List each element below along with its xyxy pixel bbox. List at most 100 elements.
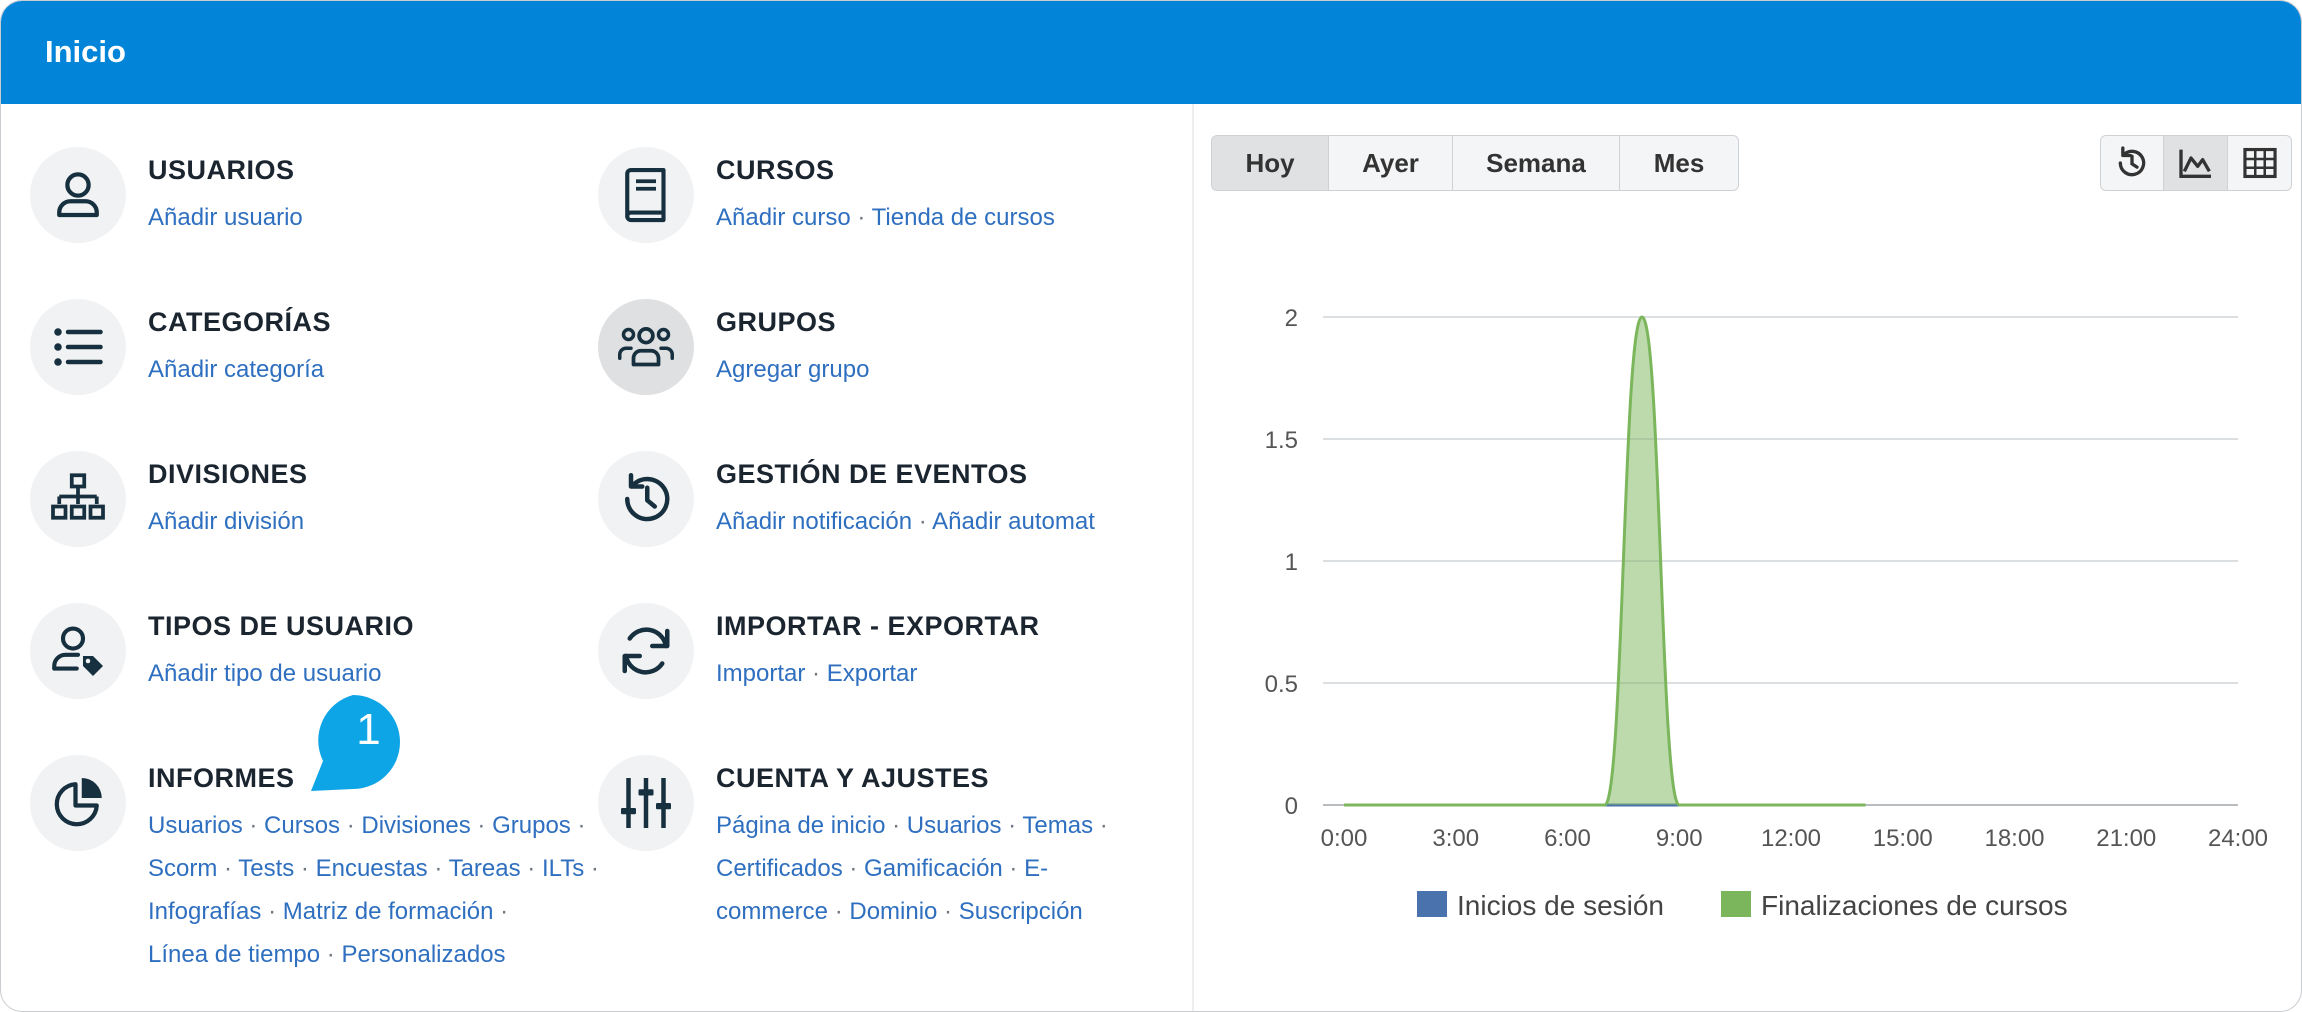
link-usuarios[interactable]: Usuarios bbox=[148, 812, 243, 839]
callout-badge: 1 bbox=[301, 691, 407, 797]
tab-semana[interactable]: Semana bbox=[1453, 136, 1620, 190]
link-ilts[interactable]: ILTs bbox=[542, 855, 584, 882]
link-anadir-usuario[interactable]: Añadir usuario bbox=[148, 204, 303, 231]
tile-icon-circle[interactable] bbox=[598, 755, 694, 851]
link-pagina-de-inicio[interactable]: Página de inicio bbox=[716, 812, 885, 839]
link-grupos[interactable]: Grupos bbox=[492, 812, 571, 839]
tile-links: Añadir curso · Tienda de cursos bbox=[716, 196, 1055, 239]
link-infografias[interactable]: Infografías bbox=[148, 898, 261, 925]
tile-title[interactable]: CUENTA Y AJUSTES bbox=[716, 763, 989, 794]
link-row: Scorm · Tests · Encuestas · Tareas · ILT… bbox=[148, 847, 599, 890]
link-suscripcion[interactable]: Suscripción bbox=[959, 898, 1083, 925]
tab-ayer[interactable]: Ayer bbox=[1329, 136, 1453, 190]
link-separator: · bbox=[1093, 812, 1108, 839]
link-e[interactable]: E- bbox=[1024, 855, 1048, 882]
tile-icon-circle[interactable] bbox=[598, 147, 694, 243]
link-gamificacion[interactable]: Gamificación bbox=[864, 855, 1003, 882]
link-anadir-curso[interactable]: Añadir curso bbox=[716, 204, 851, 231]
tile-title[interactable]: TIPOS DE USUARIO bbox=[148, 611, 414, 642]
link-row: Línea de tiempo · Personalizados bbox=[148, 933, 599, 976]
chart-view-button[interactable] bbox=[2164, 136, 2228, 190]
tile-links: Usuarios · Cursos · Divisiones · Grupos … bbox=[148, 804, 599, 976]
link-tests[interactable]: Tests bbox=[238, 855, 294, 882]
link-separator: · bbox=[217, 855, 239, 882]
y-tick-label: 0.5 bbox=[1265, 671, 1298, 698]
tab-mes[interactable]: Mes bbox=[1620, 136, 1738, 190]
tile-title[interactable]: CATEGORÍAS bbox=[148, 307, 331, 338]
tile-title[interactable]: IMPORTAR - EXPORTAR bbox=[716, 611, 1040, 642]
tile-title[interactable]: GESTIÓN DE EVENTOS bbox=[716, 459, 1028, 490]
link-anadir-tipo-de-usuario[interactable]: Añadir tipo de usuario bbox=[148, 660, 381, 687]
legend-label: Finalizaciones de cursos bbox=[1761, 890, 2068, 921]
list-icon bbox=[54, 328, 103, 366]
link-separator: · bbox=[1001, 812, 1023, 839]
link-importar[interactable]: Importar bbox=[716, 660, 805, 687]
tile-icon-circle[interactable] bbox=[30, 755, 126, 851]
pie-chart-icon bbox=[54, 778, 102, 827]
tile-icon-circle[interactable] bbox=[30, 603, 126, 699]
x-tick-label: 15:00 bbox=[1873, 825, 1933, 852]
link-anadir-division[interactable]: Añadir división bbox=[148, 508, 304, 535]
tile-icon-circle[interactable] bbox=[598, 451, 694, 547]
link-certificados[interactable]: Certificados bbox=[716, 855, 843, 882]
tile-title[interactable]: USUARIOS bbox=[148, 155, 295, 186]
link-anadir-categoria[interactable]: Añadir categoría bbox=[148, 356, 324, 383]
tile-icon-circle[interactable] bbox=[598, 603, 694, 699]
link-scorm[interactable]: Scorm bbox=[148, 855, 217, 882]
tile-icon-circle[interactable] bbox=[598, 299, 694, 395]
link-separator: · bbox=[493, 898, 509, 925]
history-icon bbox=[625, 473, 670, 522]
link-temas[interactable]: Temas bbox=[1022, 812, 1093, 839]
link-divisiones[interactable]: Divisiones bbox=[361, 812, 470, 839]
link-separator: · bbox=[427, 855, 449, 882]
link-row: Infografías · Matriz de formación · bbox=[148, 890, 599, 933]
link-linea-de-tiempo[interactable]: Línea de tiempo bbox=[148, 941, 320, 968]
link-dominio[interactable]: Dominio bbox=[849, 898, 937, 925]
link-row: Añadir usuario bbox=[148, 196, 303, 239]
y-tick-label: 1 bbox=[1285, 549, 1298, 576]
tile-title[interactable]: GRUPOS bbox=[716, 307, 836, 338]
tab-hoy[interactable]: Hoy bbox=[1212, 136, 1329, 190]
tile-title[interactable]: DIVISIONES bbox=[148, 459, 308, 490]
link-usuarios[interactable]: Usuarios bbox=[907, 812, 1002, 839]
x-tick-label: 21:00 bbox=[2096, 825, 2156, 852]
link-anadir-notificacion[interactable]: Añadir notificación bbox=[716, 508, 912, 535]
link-separator: · bbox=[937, 898, 959, 925]
history-view-button[interactable] bbox=[2101, 136, 2164, 190]
panel-divider bbox=[1192, 104, 1194, 1011]
link-personalizados[interactable]: Personalizados bbox=[341, 941, 505, 968]
link-row: Certificados · Gamificación · E- bbox=[716, 847, 1108, 890]
legend-swatch bbox=[1417, 891, 1447, 917]
link-separator: · bbox=[828, 898, 850, 925]
link-separator: · bbox=[470, 812, 493, 839]
tile-title[interactable]: INFORMES bbox=[148, 763, 295, 794]
link-separator: · bbox=[584, 855, 599, 882]
legend-swatch bbox=[1721, 891, 1751, 917]
tile-title[interactable]: CURSOS bbox=[716, 155, 835, 186]
link-row: Añadir notificación · Añadir automat bbox=[716, 500, 1095, 543]
tile-icon-circle[interactable] bbox=[30, 451, 126, 547]
series-area bbox=[1344, 317, 1866, 805]
tile-icon-circle[interactable] bbox=[30, 299, 126, 395]
link-commerce[interactable]: commerce bbox=[716, 898, 828, 925]
x-tick-label: 24:00 bbox=[2208, 825, 2268, 852]
x-tick-label: 12:00 bbox=[1761, 825, 1821, 852]
link-row: Usuarios · Cursos · Divisiones · Grupos … bbox=[148, 804, 599, 847]
sliders-icon bbox=[621, 778, 671, 828]
link-row: Añadir tipo de usuario bbox=[148, 652, 381, 695]
link-tareas[interactable]: Tareas bbox=[449, 855, 521, 882]
link-encuestas[interactable]: Encuestas bbox=[316, 855, 428, 882]
link-cursos[interactable]: Cursos bbox=[264, 812, 340, 839]
link-row: Añadir categoría bbox=[148, 348, 324, 391]
link-anadir-automat[interactable]: Añadir automat bbox=[932, 508, 1095, 535]
legend-label: Inicios de sesión bbox=[1457, 890, 1664, 921]
tile-icon-circle[interactable] bbox=[30, 147, 126, 243]
link-row: commerce · Dominio · Suscripción bbox=[716, 890, 1108, 933]
link-matriz-de-formacion[interactable]: Matriz de formación bbox=[283, 898, 494, 925]
link-row: Añadir curso · Tienda de cursos bbox=[716, 196, 1055, 239]
link-separator: · bbox=[842, 855, 865, 882]
link-agregar-grupo[interactable]: Agregar grupo bbox=[716, 356, 869, 383]
table-view-button[interactable] bbox=[2228, 136, 2291, 190]
link-tienda-de-cursos[interactable]: Tienda de cursos bbox=[872, 204, 1055, 231]
link-exportar[interactable]: Exportar bbox=[827, 660, 918, 687]
